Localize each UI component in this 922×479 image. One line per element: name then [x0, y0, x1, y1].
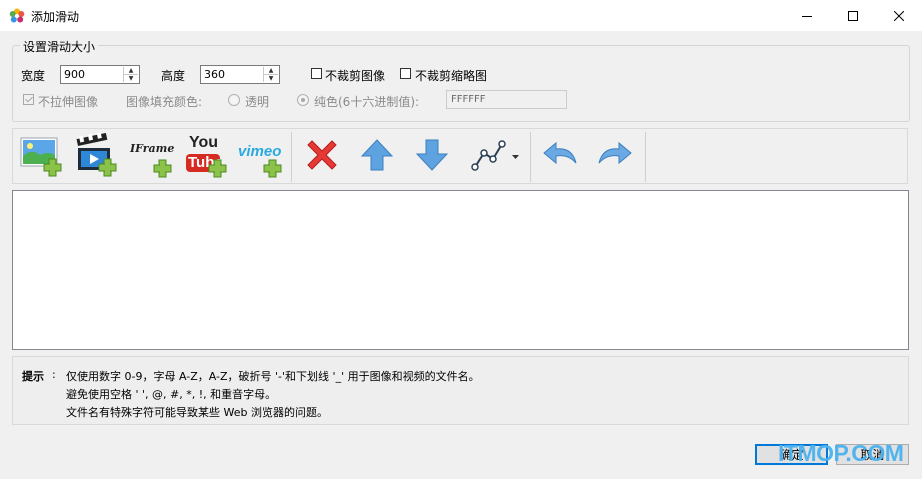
toolbar-separator [645, 132, 646, 182]
height-label: 高度 [161, 69, 186, 83]
width-value: 900 [64, 68, 85, 81]
window-title: 添加滑动 [31, 10, 80, 24]
no-crop-image-checkbox[interactable] [311, 68, 322, 79]
no-crop-image-label: 不裁剪图像 [325, 69, 386, 83]
height-spin-arrows[interactable]: ▲ ▼ [263, 67, 278, 82]
solid-color-radio[interactable] [297, 94, 309, 106]
add-youtube-button[interactable]: You Tube [182, 132, 230, 180]
no-crop-thumbnail-label: 不裁剪缩略图 [415, 69, 488, 83]
slide-list[interactable] [12, 190, 909, 350]
hint-line-1: 仅使用数字 0-9，字母 A-Z，A-Z，破折号 '-'和下划线 '_' 用于图… [66, 370, 480, 383]
add-image-button[interactable] [17, 132, 65, 180]
add-iframe-icon: IFrame [128, 134, 174, 178]
move-down-icon [412, 135, 452, 178]
spin-up-icon[interactable]: ▲ [264, 67, 278, 75]
width-spin-arrows[interactable]: ▲ ▼ [123, 67, 138, 82]
height-value: 360 [204, 68, 225, 81]
add-vimeo-button[interactable]: vimeo [237, 132, 285, 180]
transparent-radio[interactable] [228, 94, 240, 106]
hint-label: 提示 [22, 370, 44, 383]
add-vimeo-icon: vimeo [238, 134, 284, 178]
redo-button[interactable] [591, 132, 639, 180]
delete-icon [302, 135, 342, 178]
chevron-down-icon[interactable] [511, 149, 519, 163]
no-crop-thumbnail-checkbox[interactable] [400, 68, 411, 79]
move-up-icon [357, 135, 397, 178]
redo-icon [595, 135, 635, 178]
spin-down-icon[interactable]: ▼ [124, 75, 138, 82]
close-button[interactable] [876, 0, 922, 31]
fill-color-label: 图像填充颜色: [126, 95, 203, 109]
delete-button[interactable] [298, 132, 346, 180]
spin-up-icon[interactable]: ▲ [124, 67, 138, 75]
hex-color-value: FFFFFF [451, 94, 486, 105]
no-stretch-checkbox[interactable] [23, 94, 34, 105]
undo-icon [540, 135, 580, 178]
hint-line-2: 避免使用空格 ' ', @, #, *, !, 和重音字母。 [66, 388, 277, 401]
maximize-icon [848, 10, 858, 21]
toolbar-separator [530, 132, 531, 182]
close-icon [894, 10, 904, 21]
no-stretch-label: 不拉伸图像 [38, 95, 99, 109]
size-settings-group-title: 设置滑动大小 [20, 38, 99, 55]
minimize-icon [802, 11, 812, 21]
add-iframe-button[interactable]: IFrame [127, 132, 175, 180]
height-spinbox[interactable]: 360 ▲ ▼ [200, 65, 280, 84]
transition-icon [468, 135, 508, 178]
hint-colon: : [52, 368, 56, 381]
width-label: 宽度 [21, 69, 46, 83]
minimize-button[interactable] [784, 0, 830, 31]
add-video-icon [73, 131, 119, 180]
hex-color-input[interactable]: FFFFFF [446, 90, 567, 109]
width-spinbox[interactable]: 900 ▲ ▼ [60, 65, 140, 84]
add-image-icon [18, 133, 64, 180]
hint-line-3: 文件名有特殊字符可能导致某些 Web 浏览器的问题。 [66, 406, 328, 419]
watermark-text: ITMOP.COM [778, 440, 904, 466]
add-video-button[interactable] [72, 131, 120, 180]
move-up-button[interactable] [353, 132, 401, 180]
undo-button[interactable] [536, 132, 584, 180]
title-bar: 添加滑动 [0, 0, 922, 31]
transition-button[interactable] [462, 132, 524, 180]
move-down-button[interactable] [408, 132, 456, 180]
transparent-label: 透明 [245, 95, 270, 109]
maximize-button[interactable] [830, 0, 876, 31]
solid-color-label: 纯色(6十六进制值): [314, 95, 420, 109]
app-flower-icon [9, 8, 25, 24]
spin-down-icon[interactable]: ▼ [264, 75, 278, 82]
toolbar-separator [291, 132, 292, 182]
add-youtube-icon: You Tube [183, 134, 229, 178]
